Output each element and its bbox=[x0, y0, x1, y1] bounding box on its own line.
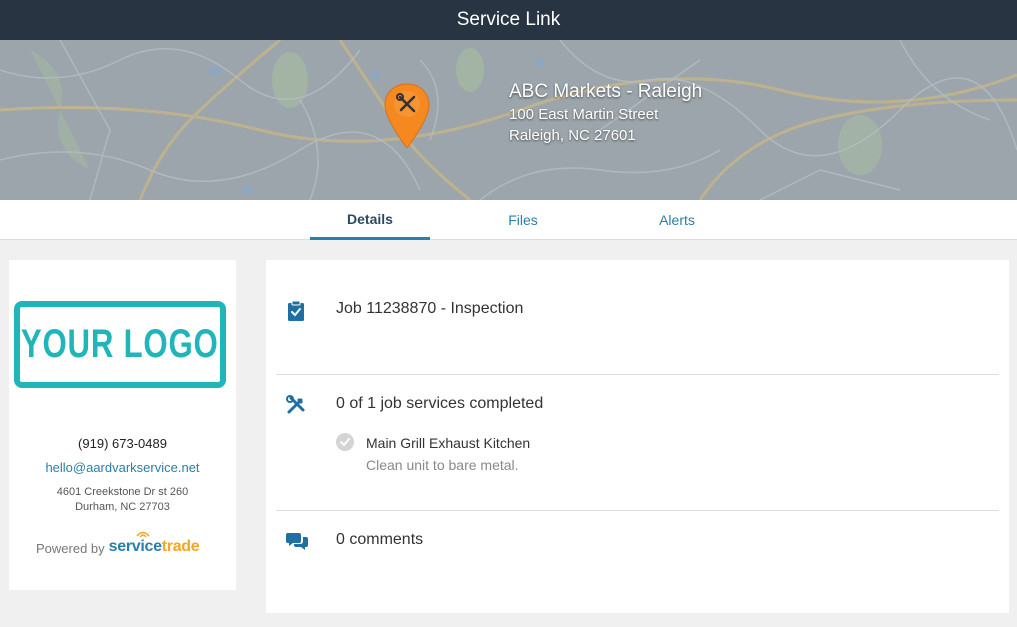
service-name[interactable]: Main Grill Exhaust Kitchen bbox=[366, 435, 530, 451]
app-title: Service Link bbox=[456, 9, 561, 30]
tab-alerts[interactable]: Alerts bbox=[617, 200, 737, 240]
company-street: 4601 Creekstone Dr st 260 bbox=[56, 486, 189, 498]
company-phone[interactable]: (919) 673-0489 bbox=[9, 436, 236, 451]
job-title[interactable]: Job 11238870 - Inspection bbox=[336, 300, 523, 318]
app-header: Service Link bbox=[0, 0, 1017, 40]
check-circle-icon bbox=[336, 433, 354, 451]
service-description: Clean unit to bare metal. bbox=[366, 457, 519, 473]
company-logo: YOUR LOGO bbox=[14, 301, 226, 388]
services-summary: 0 of 1 job services completed bbox=[336, 395, 544, 412]
company-email[interactable]: hello@aardvarkservice.net bbox=[9, 460, 236, 475]
brand-part-service: service bbox=[108, 538, 162, 555]
tab-bar: Details Files Alerts bbox=[0, 200, 1017, 240]
details-panel: Job 11238870 - Inspection 0 of 1 job ser… bbox=[266, 260, 1009, 613]
servicetrade-logo: servicetrade bbox=[108, 531, 200, 556]
comments-count[interactable]: 0 comments bbox=[336, 531, 423, 549]
divider bbox=[276, 374, 999, 375]
divider bbox=[276, 510, 999, 511]
brand-part-trade: trade bbox=[161, 538, 200, 555]
map-pin-icon[interactable] bbox=[382, 82, 432, 150]
tab-details[interactable]: Details bbox=[310, 200, 430, 240]
company-card: YOUR LOGO (919) 673-0489 hello@aardvarks… bbox=[9, 260, 236, 590]
location-street: 100 East Martin Street bbox=[509, 106, 659, 123]
logo-text: YOUR LOGO bbox=[21, 322, 219, 366]
signal-icon bbox=[136, 531, 150, 538]
location-map: ABC Markets - Raleigh 100 East Martin St… bbox=[0, 40, 1017, 200]
company-city: Durham, NC 27703 bbox=[75, 501, 170, 513]
tools-icon bbox=[286, 395, 305, 414]
location-city: Raleigh, NC 27601 bbox=[509, 127, 636, 144]
tab-files[interactable]: Files bbox=[463, 200, 583, 240]
powered-by-label: Powered by bbox=[36, 541, 105, 556]
clipboard-check-icon bbox=[288, 300, 304, 321]
powered-by[interactable]: Powered by servicetrade bbox=[36, 531, 200, 556]
location-address: ABC Markets - Raleigh 100 East Martin St… bbox=[509, 80, 702, 146]
comments-icon bbox=[286, 533, 308, 550]
location-name: ABC Markets - Raleigh bbox=[509, 81, 703, 102]
